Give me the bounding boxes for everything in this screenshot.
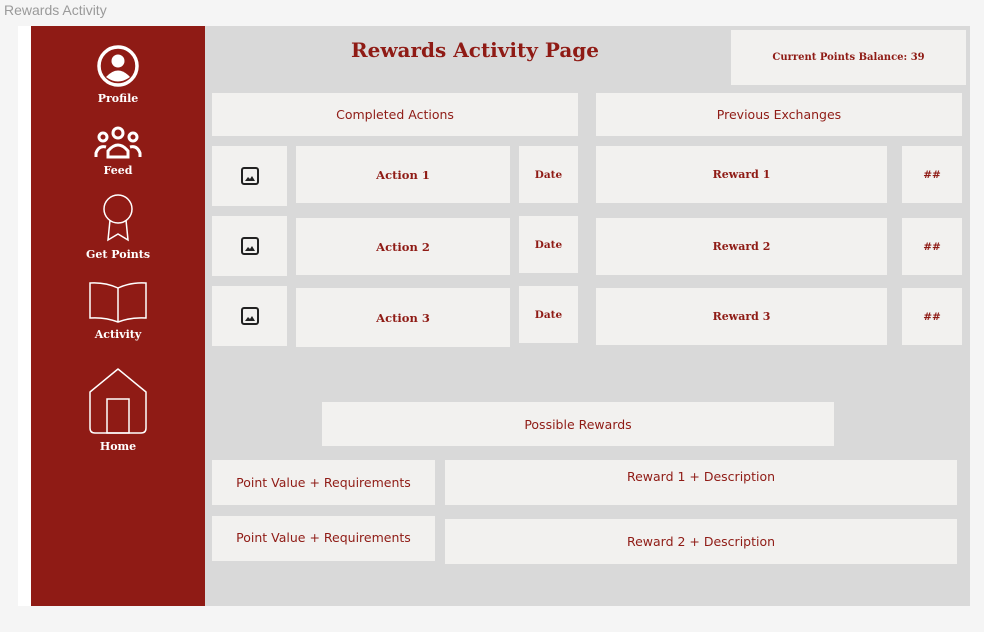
completed-actions-heading: Completed Actions [212,93,578,136]
home-icon [89,368,147,434]
sidebar-item-activity[interactable]: Activity [31,280,205,341]
exchange-reward: Reward 3 [596,288,887,345]
sidebar: Profile Feed Get Points Activity Home [31,26,205,606]
people-icon [94,126,142,159]
sidebar-item-get-points[interactable]: Get Points [31,192,205,261]
profile-icon [97,45,139,87]
action-image[interactable] [212,146,287,206]
sidebar-item-feed[interactable]: Feed [31,126,205,177]
reward-requirements: Point Value + Requirements [212,516,435,561]
sidebar-item-label: Profile [97,92,139,105]
possible-rewards-heading: Possible Rewards [322,402,834,446]
previous-exchanges-heading: Previous Exchanges [596,93,962,136]
exchange-points: ## [902,288,962,345]
exchange-reward: Reward 1 [596,146,887,203]
sidebar-item-label: Feed [103,164,133,177]
action-date: Date [519,216,578,273]
frame-edge [18,26,31,606]
reward-description: Reward 2 + Description [445,519,957,564]
action-image[interactable] [212,216,287,276]
sidebar-item-label: Activity [94,328,142,341]
sidebar-item-profile[interactable]: Profile [31,44,205,105]
image-icon [240,237,259,255]
sidebar-item-label: Home [99,440,137,453]
sidebar-item-home[interactable]: Home [31,366,205,453]
image-icon [240,307,259,325]
action-image[interactable] [212,286,287,346]
award-ribbon-icon [103,194,133,242]
action-date: Date [519,146,578,203]
open-book-icon [89,282,147,323]
action-date: Date [519,286,578,343]
action-name: Action 3 [296,288,510,347]
page-title: Rewards Activity Page [350,38,599,62]
exchange-points: ## [902,146,962,203]
points-balance: Current Points Balance: 39 [731,30,966,85]
action-name: Action 2 [296,218,510,275]
frame-label: Rewards Activity [4,2,107,18]
exchange-reward: Reward 2 [596,218,887,275]
reward-requirements: Point Value + Requirements [212,460,435,505]
image-icon [240,167,259,185]
action-name: Action 1 [296,146,510,203]
sidebar-item-label: Get Points [85,248,151,261]
exchange-points: ## [902,218,962,275]
reward-description: Reward 1 + Description [445,460,957,505]
